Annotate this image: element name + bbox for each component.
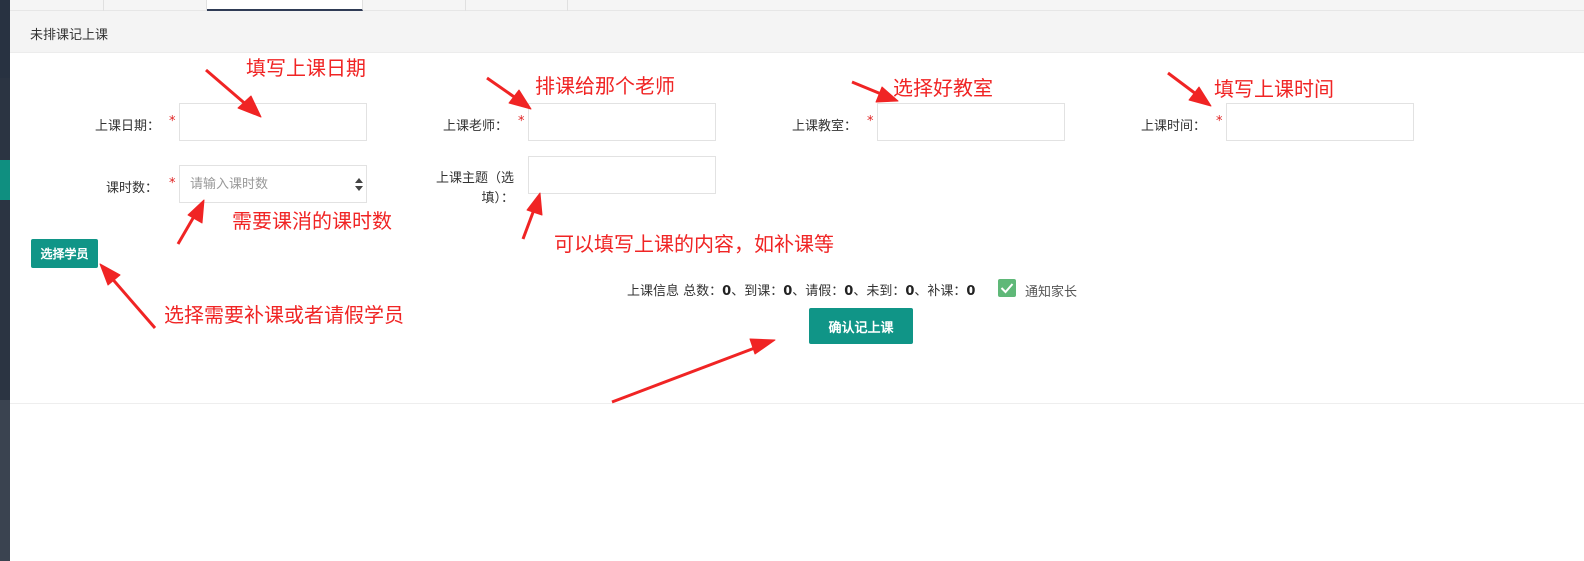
arrow-hours-icon: [176, 199, 205, 245]
arrow-confirm-icon: [611, 338, 776, 404]
arrow-date-icon: [205, 68, 262, 118]
arrow-time-icon: [1167, 71, 1212, 107]
annotation-arrows: [99, 68, 1212, 404]
arrow-room-icon: [851, 80, 899, 103]
arrow-teacher-icon: [486, 76, 532, 110]
arrow-students-icon: [99, 263, 157, 329]
app-window: 未排课记上课 上课日期： * 上课老师： * 上课教室： * 上课时间： * 课…: [0, 0, 1584, 561]
arrow-topic-icon: [521, 192, 543, 240]
